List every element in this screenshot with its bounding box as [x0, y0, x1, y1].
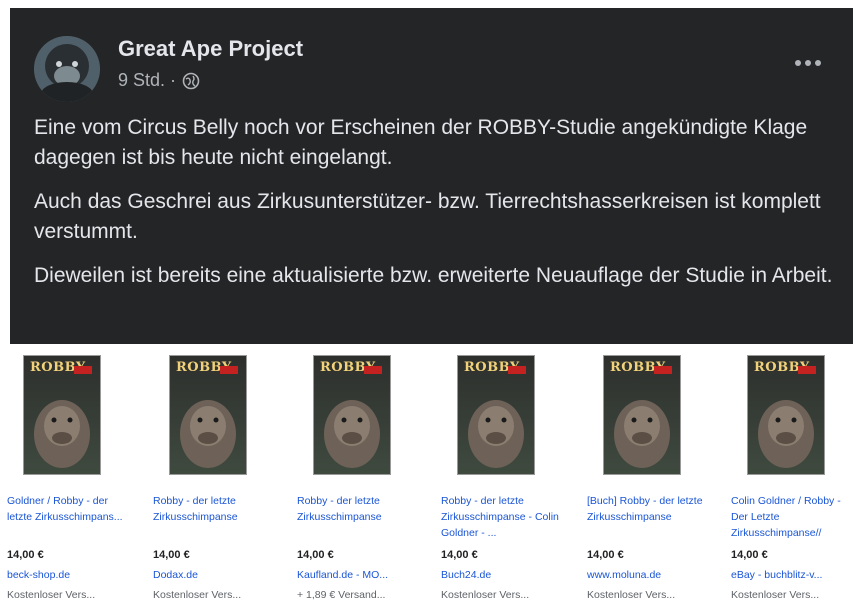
product-card[interactable]: ROBBY Robby - der letzte Zirkusschimpans…	[297, 350, 425, 612]
product-price: 14,00 €	[7, 549, 44, 561]
cover-tag	[74, 366, 92, 374]
globe-icon	[182, 72, 200, 90]
book-cover-image[interactable]: ROBBY	[313, 355, 391, 475]
cover-tag	[798, 366, 816, 374]
product-shop[interactable]: eBay - buchblitz-v...	[731, 569, 822, 581]
product-title[interactable]: Goldner / Robby - der letzte Zirkusschim…	[7, 493, 135, 525]
product-card[interactable]: ROBBY Robby - der letzte Zirkusschimpans…	[441, 350, 569, 612]
product-shop[interactable]: www.moluna.de	[587, 569, 661, 581]
product-shop[interactable]: Dodax.de	[153, 569, 198, 581]
product-shop[interactable]: Buch24.de	[441, 569, 491, 581]
product-title[interactable]: Robby - der letzte Zirkusschimpanse	[297, 493, 425, 525]
cover-tag	[220, 366, 238, 374]
product-shipping: Kostenloser Vers...	[441, 589, 530, 601]
avatar[interactable]	[34, 36, 100, 102]
product-title[interactable]: Robby - der letzte Zirkusschimpanse	[153, 493, 281, 525]
post-header: Great Ape Project 9 Std. ·	[10, 8, 853, 108]
product-card[interactable]: ROBBY [Buch] Robby - der letzte Zirkussc…	[587, 350, 715, 612]
product-card[interactable]: ROBBY Goldner / Robby - der letzte Zirku…	[7, 350, 135, 612]
product-price: 14,00 €	[441, 549, 478, 561]
author-name[interactable]: Great Ape Project	[118, 36, 303, 62]
product-shipping: Kostenloser Vers...	[153, 589, 242, 601]
book-cover-image[interactable]: ROBBY	[603, 355, 681, 475]
product-title[interactable]: Robby - der letzte Zirkusschimpanse - Co…	[441, 493, 569, 541]
product-price: 14,00 €	[587, 549, 624, 561]
book-cover-image[interactable]: ROBBY	[747, 355, 825, 475]
product-shipping: Kostenloser Vers...	[587, 589, 676, 601]
facebook-post: Great Ape Project 9 Std. · Eine vom Circ…	[10, 8, 853, 344]
post-time[interactable]: 9 Std. ·	[118, 70, 176, 91]
post-paragraph: Dieweilen ist bereits eine aktualisierte…	[34, 264, 833, 287]
product-shipping: + 1,89 € Versand...	[297, 589, 386, 601]
post-paragraph: Eine vom Circus Belly noch vor Erscheine…	[34, 116, 808, 169]
product-title[interactable]: Colin Goldner / Robby - Der Letzte Zirku…	[731, 493, 855, 541]
cover-tag	[508, 366, 526, 374]
cover-tag	[364, 366, 382, 374]
shopping-results: ROBBY Goldner / Robby - der letzte Zirku…	[0, 350, 855, 616]
book-cover-image[interactable]: ROBBY	[457, 355, 535, 475]
product-title[interactable]: [Buch] Robby - der letzte Zirkusschimpan…	[587, 493, 715, 525]
product-shop[interactable]: beck-shop.de	[7, 569, 70, 581]
book-cover-image[interactable]: ROBBY	[23, 355, 101, 475]
product-shipping: Kostenloser Vers...	[731, 589, 820, 601]
post-meta: 9 Std. ·	[118, 70, 200, 91]
post-body: Eine vom Circus Belly noch vor Erscheine…	[34, 113, 834, 305]
product-price: 14,00 €	[297, 549, 334, 561]
cover-tag	[654, 366, 672, 374]
book-cover-image[interactable]: ROBBY	[169, 355, 247, 475]
product-shipping: Kostenloser Vers...	[7, 589, 96, 601]
product-card[interactable]: ROBBY Robby - der letzte Zirkusschimpans…	[153, 350, 281, 612]
product-price: 14,00 €	[153, 549, 190, 561]
post-paragraph: Auch das Geschrei aus Zirkusunterstützer…	[34, 190, 821, 243]
product-card[interactable]: ROBBY Colin Goldner / Robby - Der Letzte…	[731, 350, 855, 612]
product-shop[interactable]: Kaufland.de - MO...	[297, 569, 388, 581]
more-options-icon[interactable]	[791, 56, 825, 70]
product-price: 14,00 €	[731, 549, 768, 561]
